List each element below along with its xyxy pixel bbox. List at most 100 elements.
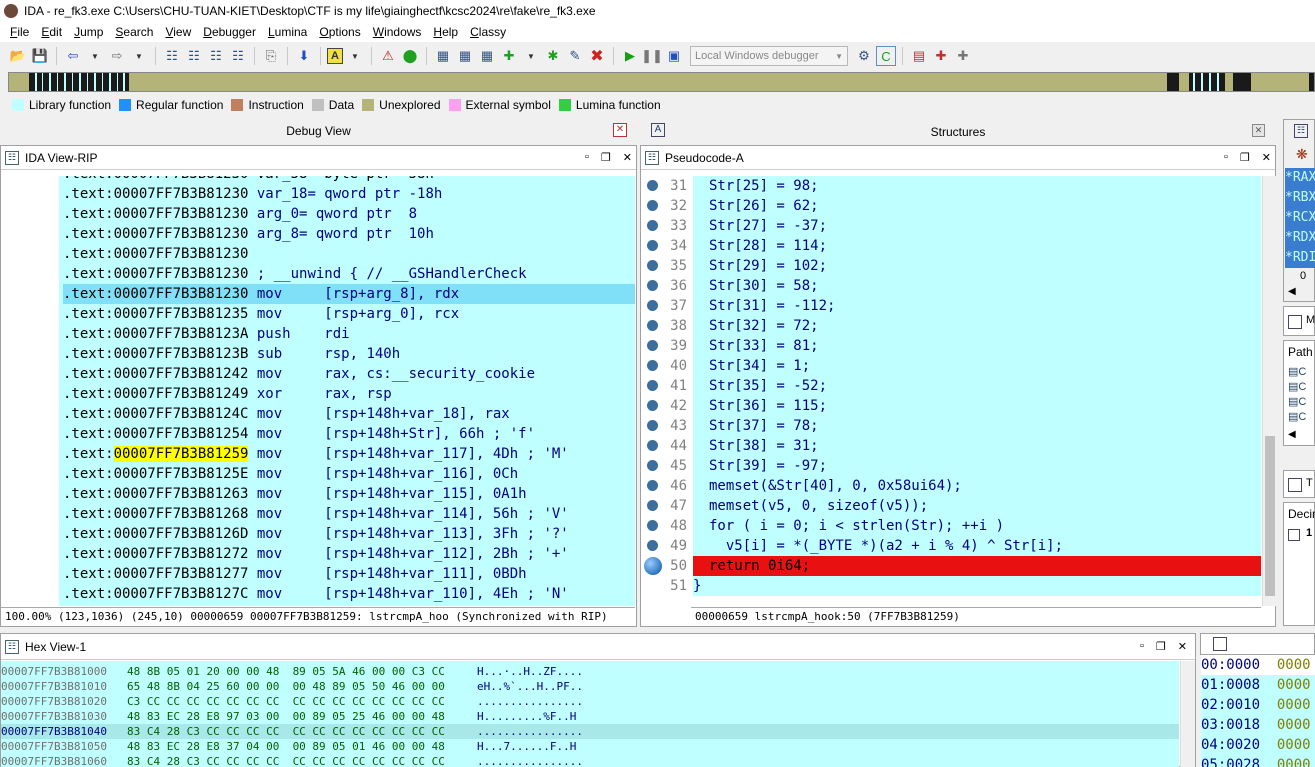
- disassembly-listing[interactable]: .text:00007FF7B3B81230 var_58= byte ptr …: [1, 176, 635, 606]
- disassembly-line[interactable]: .text:00007FF7B3B81272 mov [rsp+148h+var…: [63, 544, 635, 564]
- pseudocode-line[interactable]: 41 Str[35] = -52;: [641, 376, 1261, 396]
- disassembly-line[interactable]: .text:00007FF7B3B81277 mov [rsp+148h+var…: [63, 564, 635, 584]
- disassembly-line[interactable]: .text:00007FF7B3B81242 mov rax, cs:__sec…: [63, 364, 635, 384]
- scrollbar-thumb[interactable]: [1265, 436, 1275, 596]
- start-debugger-icon[interactable]: ▶: [620, 46, 640, 66]
- disassembly-line[interactable]: .text:00007FF7B3B81235 mov [rsp+arg_0], …: [63, 304, 635, 324]
- pseudocode-line[interactable]: 34 Str[28] = 114;: [641, 236, 1261, 256]
- disassembly-line[interactable]: .text:00007FF7B3B81230 arg_0= qword ptr …: [63, 204, 635, 224]
- pseudocode-scrollbar[interactable]: [1262, 176, 1276, 606]
- disassembly-line[interactable]: .text:00007FF7B3B81254 mov [rsp+148h+Str…: [63, 424, 635, 444]
- menu-item-classy[interactable]: Classy: [464, 25, 512, 39]
- pseudocode-line[interactable]: 36 Str[30] = 58;: [641, 276, 1261, 296]
- remove-watch-icon[interactable]: ✚: [953, 46, 973, 66]
- menu-item-view[interactable]: View: [159, 25, 197, 39]
- close-icon[interactable]: ✕: [1178, 640, 1187, 653]
- register-name[interactable]: *RDI: [1285, 248, 1315, 268]
- hex-row[interactable]: 00007FF7B3B81030 48 83 EC 28 E8 97 03 00 …: [1, 709, 1179, 724]
- pseudocode-line[interactable]: 45 Str[39] = -97;: [641, 456, 1261, 476]
- stack-row[interactable]: 00:0000 0000: [1201, 655, 1315, 675]
- disassembly-line[interactable]: .text:00007FF7B3B8123A push rdi: [63, 324, 635, 344]
- breakpoint-dot-icon[interactable]: [647, 320, 658, 331]
- back-arrow-icon[interactable]: ⇦: [63, 46, 83, 66]
- stack-row[interactable]: 03:0018 0000: [1201, 715, 1315, 735]
- menu-item-file[interactable]: File: [4, 25, 35, 39]
- breakpoint-dot-icon[interactable]: [647, 300, 658, 311]
- close-icon[interactable]: ✕: [613, 123, 627, 137]
- scroll-left-icon[interactable]: ◀: [1288, 429, 1296, 440]
- disassembly-line[interactable]: .text:00007FF7B3B8126D mov [rsp+148h+var…: [63, 524, 635, 544]
- breakpoint-dot-icon[interactable]: [647, 180, 658, 191]
- disassembly-line[interactable]: .text:00007FF7B3B81268 mov [rsp+148h+var…: [63, 504, 635, 524]
- text-mode-icon[interactable]: A: [327, 48, 343, 64]
- attach-icon[interactable]: C: [876, 46, 896, 66]
- register-name[interactable]: *RCX: [1285, 208, 1315, 228]
- add-enum-icon[interactable]: ▦: [477, 46, 497, 66]
- close-icon[interactable]: ✕: [623, 151, 632, 164]
- dropdown-icon[interactable]: ▼: [85, 46, 105, 66]
- warning-icon[interactable]: ⚠: [378, 46, 398, 66]
- breakpoint-dot-icon[interactable]: [647, 240, 658, 251]
- menu-item-help[interactable]: Help: [427, 25, 464, 39]
- dropdown-icon[interactable]: ▼: [129, 46, 149, 66]
- breakpoint-dot-icon[interactable]: [647, 200, 658, 211]
- dropdown-icon[interactable]: ▼: [521, 46, 541, 66]
- minimize-icon[interactable]: ▫: [1224, 151, 1228, 164]
- breakpoint-dot-icon[interactable]: [647, 380, 658, 391]
- hex-row[interactable]: 00007FF7B3B81040 83 C4 28 C3 CC CC CC CC …: [1, 724, 1179, 739]
- pseudocode-line[interactable]: 44 Str[38] = 31;: [641, 436, 1261, 456]
- minimize-icon[interactable]: ▫: [585, 151, 589, 164]
- pseudocode-line[interactable]: 32 Str[26] = 62;: [641, 196, 1261, 216]
- minimize-icon[interactable]: ▫: [1140, 640, 1144, 653]
- breakpoint-dot-icon[interactable]: [644, 557, 662, 575]
- register-name[interactable]: *RAX: [1285, 168, 1315, 188]
- disassembly-line[interactable]: .text:00007FF7B3B8123B sub rsp, 140h: [63, 344, 635, 364]
- breakpoint-dot-icon[interactable]: [647, 420, 658, 431]
- register-name[interactable]: *RBX: [1285, 188, 1315, 208]
- menu-item-options[interactable]: Options: [313, 25, 366, 39]
- pseudocode-line[interactable]: 40 Str[34] = 1;: [641, 356, 1261, 376]
- menu-item-windows[interactable]: Windows: [367, 25, 428, 39]
- breakpoint-dot-icon[interactable]: [647, 500, 658, 511]
- pseudocode-line[interactable]: 49 v5[i] = *(_BYTE *)(a2 + i % 4) ^ Str[…: [641, 536, 1261, 556]
- pseudocode-line[interactable]: 37 Str[31] = -112;: [641, 296, 1261, 316]
- close-icon[interactable]: ✕: [1252, 124, 1265, 137]
- hex-row[interactable]: 00007FF7B3B81060 83 C4 28 C3 CC CC CC CC …: [1, 754, 1179, 767]
- pause-icon[interactable]: ❚❚: [641, 46, 663, 66]
- disassembly-line[interactable]: .text:00007FF7B3B81230: [63, 244, 635, 264]
- breakpoint-dot-icon[interactable]: [647, 460, 658, 471]
- hex-row[interactable]: 00007FF7B3B81010 65 48 8B 04 25 60 00 00 …: [1, 679, 1179, 694]
- pseudocode-line[interactable]: 33 Str[27] = -37;: [641, 216, 1261, 236]
- hex-row[interactable]: 00007FF7B3B81050 48 83 EC 28 E8 37 04 00 …: [1, 739, 1179, 754]
- restore-icon[interactable]: ❐: [1156, 640, 1166, 653]
- breakpoint-dot-icon[interactable]: [647, 440, 658, 451]
- text-search-icon[interactable]: ☷: [184, 46, 204, 66]
- debugger-options-icon[interactable]: ⚙: [854, 46, 874, 66]
- hex-row[interactable]: 00007FF7B3B81000 48 8B 05 01 20 00 00 48 …: [1, 664, 1179, 679]
- hex-scrollbar[interactable]: [1180, 661, 1195, 767]
- breakpoint-dot-icon[interactable]: [647, 360, 658, 371]
- disassembly-line[interactable]: .text:00007FF7B3B8125E mov [rsp+148h+var…: [63, 464, 635, 484]
- hex-dump[interactable]: 00007FF7B3B81000 48 8B 05 01 20 00 00 48 …: [1, 661, 1179, 767]
- dropdown-icon[interactable]: ▼: [345, 46, 365, 66]
- navigation-band[interactable]: [8, 72, 1315, 92]
- pseudocode-line[interactable]: 39 Str[33] = 81;: [641, 336, 1261, 356]
- pseudocode-line[interactable]: 47 memset(v5, 0, sizeof(v5));: [641, 496, 1261, 516]
- edit-icon[interactable]: ✎: [565, 46, 585, 66]
- breakpoint-dot-icon[interactable]: [647, 280, 658, 291]
- disassembly-line[interactable]: .text:00007FF7B3B81230 ; __unwind { // _…: [63, 264, 635, 284]
- breakpoint-dot-icon[interactable]: [647, 540, 658, 551]
- menu-item-lumina[interactable]: Lumina: [262, 25, 313, 39]
- pseudocode-line[interactable]: 35 Str[29] = 102;: [641, 256, 1261, 276]
- disassembly-line[interactable]: .text:00007FF7B3B8124C mov [rsp+148h+var…: [63, 404, 635, 424]
- pseudocode-line[interactable]: 48 for ( i = 0; i < strlen(Str); ++i ): [641, 516, 1261, 536]
- stack-row[interactable]: 05:0028 0000: [1201, 755, 1315, 767]
- disassembly-line[interactable]: .text:00007FF7B3B81263 mov [rsp+148h+var…: [63, 484, 635, 504]
- pseudocode-line[interactable]: 46 memset(&Str[40], 0, 0x58ui64);: [641, 476, 1261, 496]
- debugger-select[interactable]: Local Windows debugger ▼: [690, 46, 848, 66]
- pseudocode-line[interactable]: 31 Str[25] = 98;: [641, 176, 1261, 196]
- stop-icon[interactable]: ▣: [664, 46, 684, 66]
- breakpoint-dot-icon[interactable]: [647, 220, 658, 231]
- disassembly-line[interactable]: .text:00007FF7B3B81230 var_18= qword ptr…: [63, 184, 635, 204]
- close-icon[interactable]: ✕: [1262, 151, 1271, 164]
